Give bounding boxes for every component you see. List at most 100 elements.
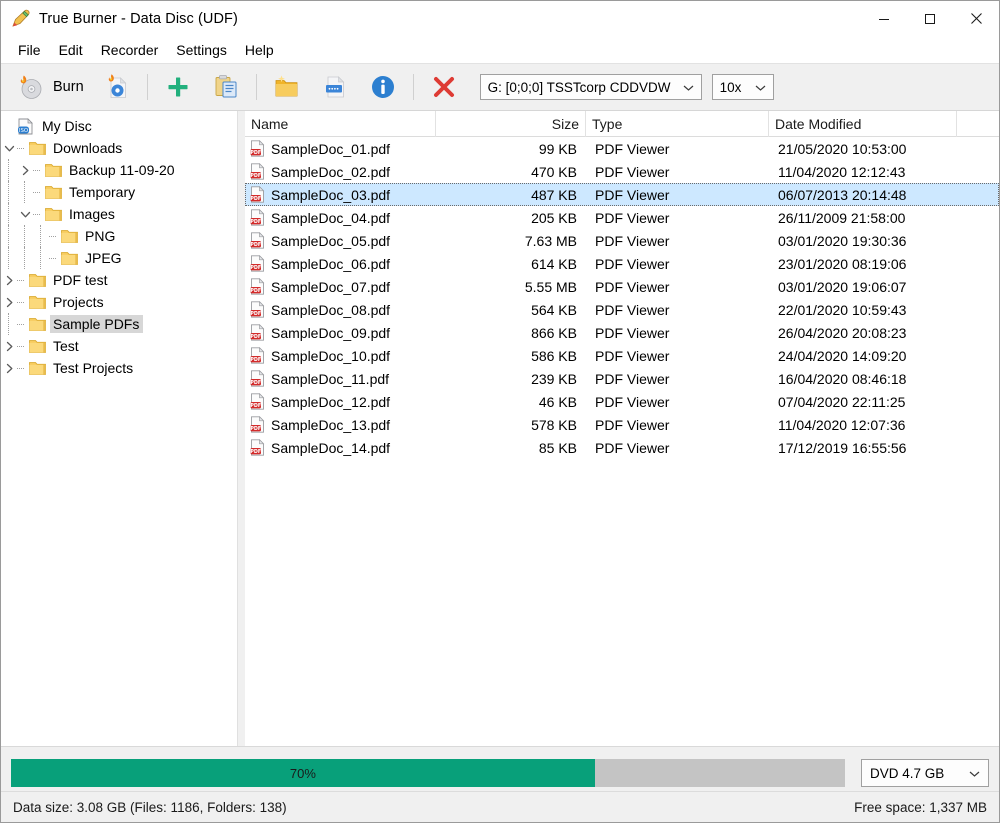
cell-date: 11/04/2020 12:07:36 — [769, 413, 957, 436]
add-button[interactable] — [154, 67, 202, 107]
file-name-label: SampleDoc_02.pdf — [271, 164, 390, 180]
menu-recorder[interactable]: Recorder — [92, 39, 168, 61]
disc-tree[interactable]: ISO My Disc Downloads Backup 11-09-20 Temp… — [1, 111, 238, 746]
tree-node-images[interactable]: Images — [1, 203, 237, 225]
chevron-down-icon — [969, 766, 980, 781]
pane-splitter[interactable] — [238, 111, 245, 746]
table-row[interactable]: PDFSampleDoc_12.pdf46 KBPDF Viewer07/04/… — [245, 390, 999, 413]
burn-button[interactable]: Burn — [7, 67, 93, 107]
cell-date: 21/05/2020 10:53:00 — [769, 137, 957, 160]
table-row[interactable]: PDFSampleDoc_08.pdf564 KBPDF Viewer22/01… — [245, 298, 999, 321]
table-row[interactable]: PDFSampleDoc_07.pdf5.55 MBPDF Viewer03/0… — [245, 275, 999, 298]
table-row[interactable]: PDFSampleDoc_01.pdf99 KBPDF Viewer21/05/… — [245, 137, 999, 160]
rename-button[interactable] — [311, 67, 359, 107]
tree-node-root[interactable]: ISO My Disc — [1, 115, 237, 137]
burn-image-button[interactable] — [93, 67, 141, 107]
tree-root-label: My Disc — [39, 117, 96, 135]
chevron-right-icon[interactable] — [1, 291, 17, 313]
table-row[interactable]: PDFSampleDoc_09.pdf866 KBPDF Viewer26/04… — [245, 321, 999, 344]
cell-type: PDF Viewer — [586, 206, 769, 229]
file-type-label: PDF Viewer — [595, 394, 669, 410]
cell-type: PDF Viewer — [586, 183, 769, 206]
cell-date: 26/11/2009 21:58:00 — [769, 206, 957, 229]
delete-button[interactable] — [420, 67, 468, 107]
column-header-type[interactable]: Type — [586, 111, 769, 137]
tree-node-label: Downloads — [50, 139, 126, 157]
table-row[interactable]: PDFSampleDoc_04.pdf205 KBPDF Viewer26/11… — [245, 206, 999, 229]
tree-indent-guide — [17, 181, 33, 203]
chevron-right-icon[interactable] — [1, 269, 17, 291]
pdf-file-icon: PDF — [250, 163, 266, 180]
info-button[interactable] — [359, 67, 407, 107]
table-row[interactable]: PDFSampleDoc_06.pdf614 KBPDF Viewer23/01… — [245, 252, 999, 275]
tree-node-sample-pdfs[interactable]: Sample PDFs — [1, 313, 237, 335]
tree-node-png[interactable]: PNG — [1, 225, 237, 247]
chevron-right-icon[interactable] — [1, 357, 17, 379]
file-date-label: 22/01/2020 10:59:43 — [778, 302, 906, 318]
svg-text:PDF: PDF — [250, 311, 261, 317]
iso-disc-icon: ISO — [17, 118, 36, 134]
tree-node-backup-11-09-20[interactable]: Backup 11-09-20 — [1, 159, 237, 181]
paste-button[interactable] — [202, 67, 250, 107]
tree-node-temporary[interactable]: Temporary — [1, 181, 237, 203]
chevron-right-icon[interactable] — [17, 159, 33, 181]
folder-icon — [44, 206, 63, 222]
cell-name: PDFSampleDoc_11.pdf — [245, 367, 436, 390]
table-row[interactable]: PDFSampleDoc_13.pdf578 KBPDF Viewer11/04… — [245, 413, 999, 436]
title-bar: True Burner - Data Disc (UDF) — [1, 1, 999, 36]
drive-select[interactable]: G: [0;0;0] TSSTcorp CDDVDW — [480, 74, 702, 100]
cell-name: PDFSampleDoc_04.pdf — [245, 206, 436, 229]
chevron-down-icon[interactable] — [1, 137, 17, 159]
tree-node-test-projects[interactable]: Test Projects — [1, 357, 237, 379]
tree-node-projects[interactable]: Projects — [1, 291, 237, 313]
table-row[interactable]: PDFSampleDoc_10.pdf586 KBPDF Viewer24/04… — [245, 344, 999, 367]
svg-text:PDF: PDF — [250, 150, 261, 156]
file-date-label: 11/04/2020 12:07:36 — [778, 417, 905, 433]
column-header-date[interactable]: Date Modified — [769, 111, 957, 137]
close-button[interactable] — [953, 1, 999, 36]
menu-edit[interactable]: Edit — [50, 39, 92, 61]
media-type-value: DVD 4.7 GB — [870, 766, 944, 781]
menu-file[interactable]: File — [9, 39, 50, 61]
menu-settings[interactable]: Settings — [167, 39, 236, 61]
disc-flame-icon — [16, 72, 46, 102]
menu-help[interactable]: Help — [236, 39, 283, 61]
column-header-name[interactable]: Name — [245, 111, 436, 137]
window-title: True Burner - Data Disc (UDF) — [39, 11, 238, 27]
capacity-progress-bar: 70% — [11, 759, 845, 787]
maximize-button[interactable] — [907, 1, 953, 36]
table-row[interactable]: PDFSampleDoc_11.pdf239 KBPDF Viewer16/04… — [245, 367, 999, 390]
tree-node-label: Backup 11-09-20 — [66, 161, 179, 179]
table-row[interactable]: PDFSampleDoc_02.pdf470 KBPDF Viewer11/04… — [245, 160, 999, 183]
cell-type: PDF Viewer — [586, 344, 769, 367]
pdf-file-icon: PDF — [250, 439, 266, 456]
chevron-right-icon[interactable] — [1, 335, 17, 357]
file-date-label: 26/04/2020 20:08:23 — [778, 325, 906, 341]
tree-connector — [49, 225, 60, 247]
pdf-file-icon: PDF — [250, 416, 266, 433]
cell-type: PDF Viewer — [586, 229, 769, 252]
media-type-select[interactable]: DVD 4.7 GB — [861, 759, 989, 787]
speed-select[interactable]: 10x — [712, 74, 774, 100]
pdf-file-icon: PDF — [250, 209, 266, 226]
tree-node-pdf-test[interactable]: PDF test — [1, 269, 237, 291]
tree-node-jpeg[interactable]: JPEG — [1, 247, 237, 269]
svg-text:PDF: PDF — [250, 334, 261, 340]
column-header-size[interactable]: Size — [436, 111, 586, 137]
table-row[interactable]: PDFSampleDoc_05.pdf7.63 MBPDF Viewer03/0… — [245, 229, 999, 252]
pdf-file-icon: PDF — [250, 232, 266, 249]
file-name-label: SampleDoc_08.pdf — [271, 302, 390, 318]
file-type-label: PDF Viewer — [595, 141, 669, 157]
table-row[interactable]: PDFSampleDoc_14.pdf85 KBPDF Viewer17/12/… — [245, 436, 999, 459]
chevron-down-icon[interactable] — [17, 203, 33, 225]
tree-indent-guide — [1, 203, 17, 225]
file-type-label: PDF Viewer — [595, 233, 669, 249]
minimize-button[interactable] — [861, 1, 907, 36]
cell-size: 5.55 MB — [436, 275, 586, 298]
new-folder-button[interactable] — [263, 67, 311, 107]
tree-node-test[interactable]: Test — [1, 335, 237, 357]
file-type-label: PDF Viewer — [595, 164, 669, 180]
tree-node-downloads[interactable]: Downloads — [1, 137, 237, 159]
file-list-body[interactable]: PDFSampleDoc_01.pdf99 KBPDF Viewer21/05/… — [245, 137, 999, 746]
table-row[interactable]: PDFSampleDoc_03.pdf487 KBPDF Viewer06/07… — [245, 183, 999, 206]
